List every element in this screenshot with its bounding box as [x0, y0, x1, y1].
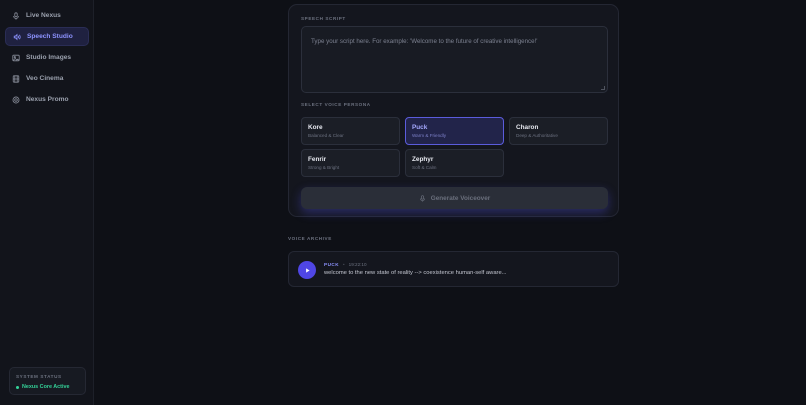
- sidebar-item-veo-cinema[interactable]: Veo Cinema: [5, 69, 89, 88]
- archive-text: welcome to the new state of reality --> …: [324, 270, 507, 276]
- persona-card-zephyr[interactable]: Zephyr Soft & Calm: [405, 149, 504, 177]
- persona-card-kore[interactable]: Kore Balanced & Clear: [301, 117, 400, 145]
- generate-label: Generate Voiceover: [430, 194, 491, 202]
- sidebar: Live Nexus Speech Studio Studio Images V…: [0, 0, 94, 405]
- film-icon: [12, 74, 20, 83]
- image-icon: [12, 54, 20, 62]
- microphone-icon: [419, 194, 425, 202]
- status-dot-icon: [16, 385, 19, 389]
- persona-name: Kore: [308, 124, 323, 131]
- archive-time: 19:22:10: [348, 262, 367, 267]
- persona-name: Zephyr: [412, 156, 434, 163]
- sidebar-item-live-nexus[interactable]: Live Nexus: [5, 6, 89, 25]
- sidebar-item-studio-images[interactable]: Studio Images: [5, 48, 89, 67]
- persona-desc: Strong & Bright: [308, 165, 340, 170]
- archive-voice: PUCK: [324, 262, 340, 267]
- play-button[interactable]: [298, 261, 316, 279]
- generate-voiceover-button[interactable]: Generate Voiceover: [301, 187, 608, 209]
- target-icon: [12, 96, 20, 104]
- microphone-icon: [12, 11, 20, 20]
- archive-label: VOICE ARCHIVE: [288, 236, 332, 241]
- sidebar-item-label: Nexus Promo: [26, 96, 69, 103]
- system-status-card: SYSTEM STATUS Nexus Core Active: [9, 367, 86, 395]
- archive-item: PUCK • 19:22:10 welcome to the new state…: [288, 251, 619, 287]
- sidebar-item-label: Studio Images: [26, 54, 72, 61]
- persona-desc: Warm & Friendly: [412, 133, 447, 138]
- script-label: SPEECH SCRIPT: [301, 16, 346, 21]
- speaker-icon: [13, 33, 21, 41]
- archive-separator: •: [343, 262, 345, 267]
- app-root: Live Nexus Speech Studio Studio Images V…: [0, 0, 806, 405]
- archive-meta: PUCK • 19:22:10: [324, 262, 367, 267]
- sidebar-item-label: Veo Cinema: [26, 75, 64, 82]
- persona-card-charon[interactable]: Charon Deep & Authoritative: [509, 117, 608, 145]
- persona-name: Puck: [412, 124, 428, 131]
- play-icon: [305, 267, 310, 273]
- status-row: Nexus Core Active: [16, 384, 79, 390]
- persona-desc: Balanced & Clear: [308, 133, 344, 138]
- sidebar-item-speech-studio[interactable]: Speech Studio: [5, 27, 89, 46]
- script-input[interactable]: Type your script here. For example: 'Wel…: [301, 26, 608, 93]
- persona-card-puck[interactable]: Puck Warm & Friendly: [405, 117, 504, 145]
- persona-card-fenrir[interactable]: Fenrir Strong & Bright: [301, 149, 400, 177]
- persona-name: Charon: [516, 124, 539, 131]
- sidebar-item-label: Live Nexus: [26, 12, 61, 19]
- persona-desc: Soft & Calm: [412, 165, 437, 170]
- sidebar-item-nexus-promo[interactable]: Nexus Promo: [5, 90, 89, 109]
- script-placeholder: Type your script here. For example: 'Wel…: [311, 38, 538, 45]
- resize-handle-icon[interactable]: [601, 86, 605, 90]
- persona-label: SELECT VOICE PERSONA: [301, 102, 371, 107]
- persona-name: Fenrir: [308, 156, 327, 163]
- status-text: Nexus Core Active: [22, 384, 70, 390]
- speech-panel: SPEECH SCRIPT Type your script here. For…: [288, 4, 619, 217]
- sidebar-item-label: Speech Studio: [27, 33, 73, 40]
- persona-desc: Deep & Authoritative: [516, 133, 558, 138]
- status-title: SYSTEM STATUS: [16, 374, 62, 379]
